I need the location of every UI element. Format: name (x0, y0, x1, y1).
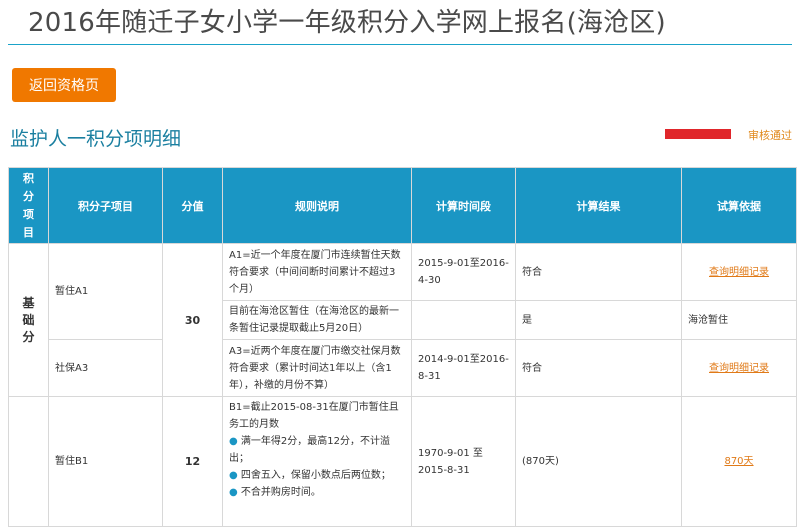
table-header-row: 积分项目 积分子项目 分值 规则说明 计算时间段 计算结果 试算依据 (8, 167, 797, 244)
rule-cell: A3=近两个年度在厦门市缴交社保月数符合要求（累计时间达1年以上（含1年），补缴… (222, 339, 412, 397)
title-divider (8, 44, 792, 45)
col-header-category-label: 积分项目 (23, 171, 34, 239)
points-detail-table: 积分项目 积分子项目 分值 规则说明 计算时间段 计算结果 试算依据 基础分 暂… (8, 167, 797, 527)
basis-cell: 查询明细记录 (681, 243, 797, 301)
rule-cell: 目前在海沧区暂住（在海沧区的最新一条暂住记录提取截止5月20日） (222, 300, 412, 340)
col-header-rule: 规则说明 (222, 167, 412, 244)
result-cell: 是 (515, 300, 682, 340)
rule-bullet: ● 不合并购房时间。 (229, 487, 321, 498)
period-cell: 1970-9-01 至 2015-8-31 (411, 396, 516, 527)
score-cell: 30 (162, 243, 223, 397)
table-row: 暂住B1 12 B1=截止2015-08-31在厦门市暂住且务工的月数 ● 满一… (8, 396, 797, 527)
rule-bullet: ● 四舍五入，保留小数点后两位数； (229, 470, 391, 481)
basis-cell: 海沧暂住 (681, 300, 797, 340)
table-row: 基础分 暂住A1 30 A1=近一个年度在厦门市连续暂住天数符合要求（中间间断时… (8, 243, 797, 397)
view-detail-record-link[interactable]: 查询明细记录 (709, 363, 769, 374)
result-cell: 符合 (515, 339, 682, 397)
redacted-name (665, 129, 731, 139)
basis-cell: 查询明细记录 (681, 339, 797, 397)
period-cell (411, 300, 516, 340)
period-cell: 2015-9-01至2016-4-30 (411, 243, 516, 301)
table-row: 社保A3 A3=近两个年度在厦门市缴交社保月数符合要求（累计时间达1年以上（含1… (9, 339, 797, 397)
section-title: 监护人一积分项明细 (10, 128, 182, 150)
rule-cell: A1=近一个年度在厦门市连续暂住天数符合要求（中间间断时间累计不超过3个月） (222, 243, 412, 301)
category-cell (8, 396, 49, 527)
rule-text: B1=截止2015-08-31在厦门市暂住且务工的月数 (229, 402, 399, 430)
back-to-qualification-button[interactable]: 返回资格页 (12, 68, 116, 102)
days-detail-link[interactable]: 870天 (724, 456, 753, 467)
col-header-period: 计算时间段 (411, 167, 516, 244)
view-detail-record-link[interactable]: 查询明细记录 (709, 267, 769, 278)
col-header-result: 计算结果 (515, 167, 682, 244)
score-cell: 12 (162, 396, 223, 527)
rule-bullet: ● 满一年得2分，最高12分，不计溢出； (229, 436, 391, 464)
col-header-basis: 试算依据 (681, 167, 797, 244)
page-title: 2016年随迁子女小学一年级积分入学网上报名(海沧区) (28, 8, 666, 38)
subitem-cell: 社保A3 (48, 339, 163, 397)
col-header-score: 分值 (162, 167, 223, 244)
result-cell: 符合 (515, 243, 682, 301)
subitem-cell: 暂住A1 (48, 243, 163, 340)
col-header-subitem: 积分子项目 (48, 167, 163, 244)
subitem-cell: 暂住B1 (48, 396, 163, 527)
basis-cell: 870天 (681, 396, 797, 527)
period-cell: 2014-9-01至2016-8-31 (411, 339, 516, 397)
review-status: 审核通过 (748, 129, 792, 142)
rule-cell: B1=截止2015-08-31在厦门市暂住且务工的月数 ● 满一年得2分，最高1… (222, 396, 412, 527)
col-header-category: 积分项目 (8, 167, 49, 244)
category-cell: 基础分 (8, 243, 49, 397)
result-cell: (870天) (515, 396, 682, 527)
